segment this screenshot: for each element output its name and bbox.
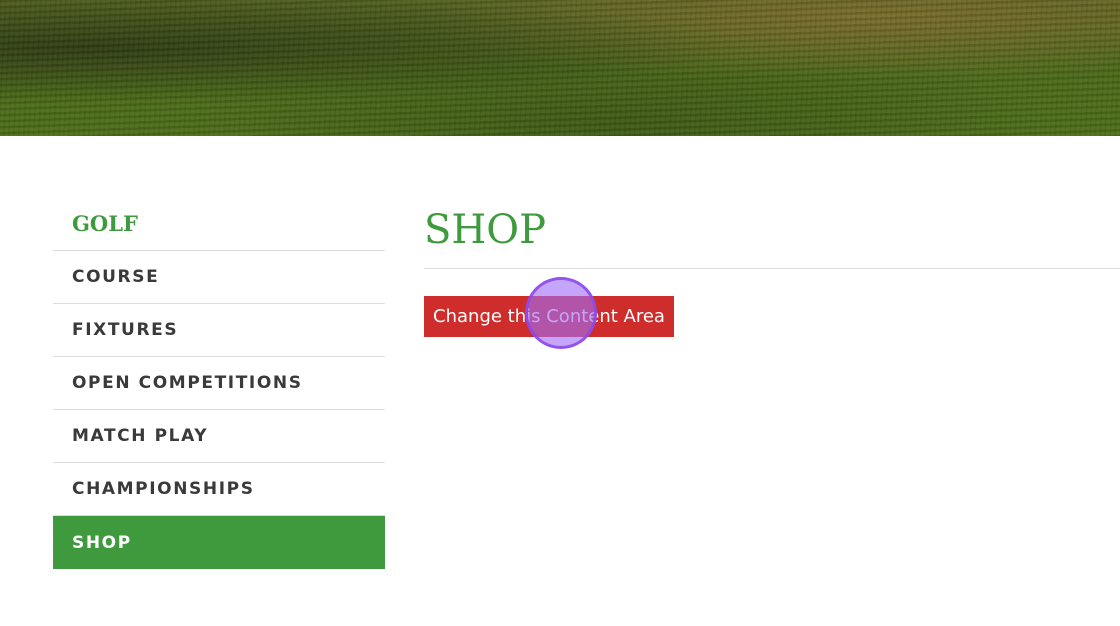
sidebar-nav: GOLF COURSE FIXTURES OPEN COMPETITIONS M… [53,196,385,569]
change-content-area-button[interactable]: Change this Content Area [424,296,674,337]
sidebar-item-open-competitions[interactable]: OPEN COMPETITIONS [53,357,385,410]
sidebar-item-course[interactable]: COURSE [53,251,385,304]
sidebar-item-shop[interactable]: SHOP [53,516,385,569]
sidebar-item-fixtures[interactable]: FIXTURES [53,304,385,357]
sidebar-item-championships[interactable]: CHAMPIONSHIPS [53,463,385,516]
title-divider [424,268,1120,269]
sidebar-item-match-play[interactable]: MATCH PLAY [53,410,385,463]
sidebar-heading[interactable]: GOLF [53,196,385,251]
page-title: SHOP [424,207,546,253]
hero-banner-image [0,0,1120,136]
